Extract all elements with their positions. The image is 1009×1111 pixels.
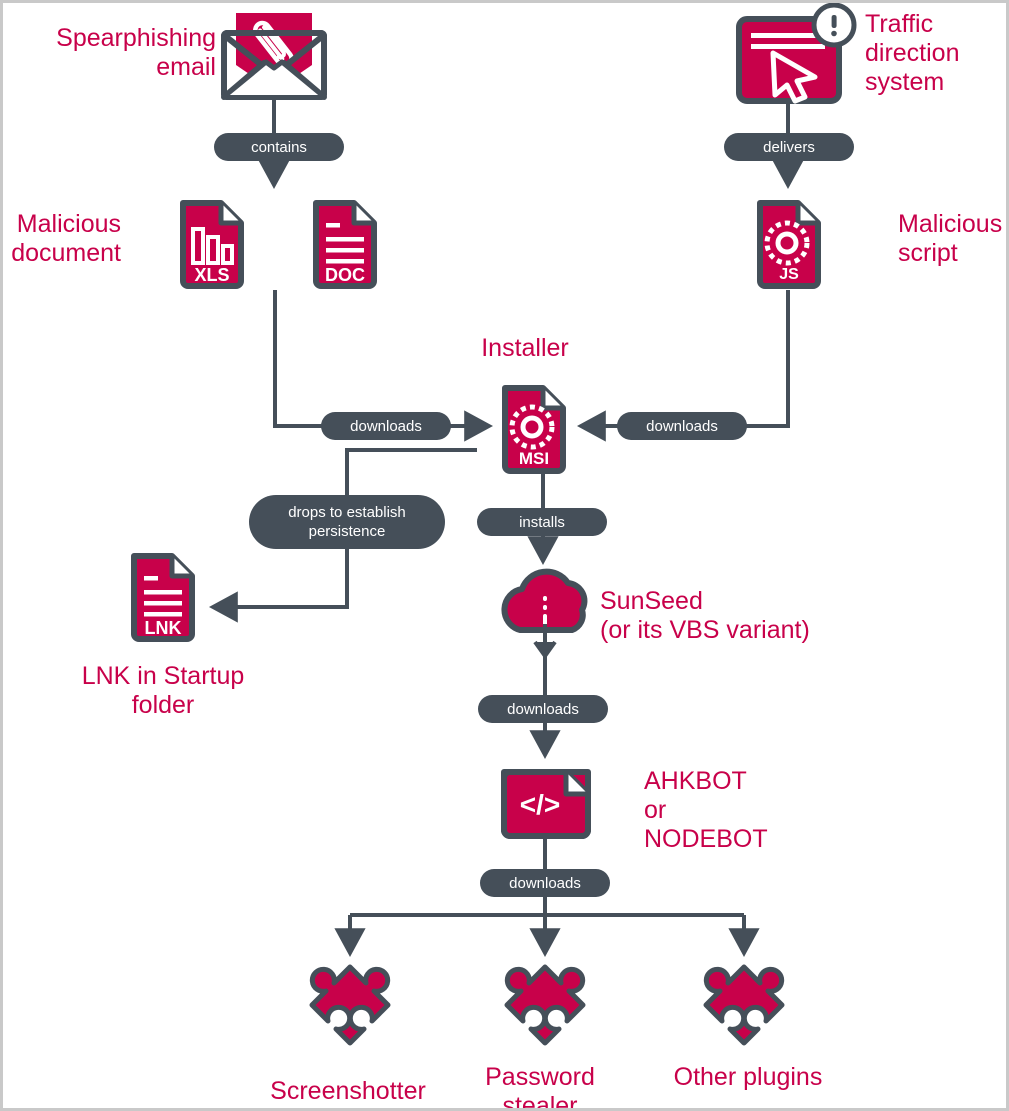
edge-label-downloads-script: downloads bbox=[617, 412, 747, 440]
doc-file-tag: DOC bbox=[325, 265, 365, 285]
connector-layer: XLS DOC JS MSI LNK </> bbox=[131, 3, 857, 1046]
puzzle-piece-icon bbox=[309, 964, 391, 1046]
edge-label-downloads-sunseed: downloads bbox=[478, 695, 608, 723]
lnk-file-tag: LNK bbox=[145, 618, 182, 638]
edge-script-to-installer bbox=[576, 290, 790, 442]
msi-file-tag: MSI bbox=[519, 449, 549, 468]
edge-label-downloads-plugins: downloads bbox=[480, 869, 610, 897]
edge-label-downloads-document: downloads bbox=[321, 412, 451, 440]
browser-alert-icon bbox=[736, 3, 857, 104]
xls-file-tag: XLS bbox=[194, 265, 229, 285]
diagram-canvas: XLS DOC JS MSI LNK </> contains delivers… bbox=[0, 0, 1009, 1111]
cloud-download-icon bbox=[501, 568, 588, 658]
edge-label-delivers: delivers bbox=[724, 133, 854, 161]
js-file-tag: JS bbox=[779, 266, 799, 283]
xls-file-icon: XLS bbox=[180, 200, 244, 289]
puzzle-piece-icon bbox=[504, 964, 586, 1046]
js-file-icon: JS bbox=[757, 200, 821, 289]
code-file-tag: </> bbox=[520, 789, 560, 820]
edge-label-installs: installs bbox=[477, 508, 607, 536]
edge-document-to-installer bbox=[273, 290, 494, 442]
puzzle-piece-icon bbox=[703, 964, 785, 1046]
email-attachment-icon bbox=[221, 13, 327, 100]
doc-file-icon: DOC bbox=[313, 200, 377, 289]
lnk-file-icon: LNK bbox=[131, 553, 195, 642]
msi-file-icon: MSI bbox=[502, 385, 566, 474]
edge-label-contains: contains bbox=[214, 133, 344, 161]
edge-label-drops-persistence: drops to establish persistence bbox=[249, 495, 445, 549]
code-file-icon: </> bbox=[501, 769, 591, 839]
